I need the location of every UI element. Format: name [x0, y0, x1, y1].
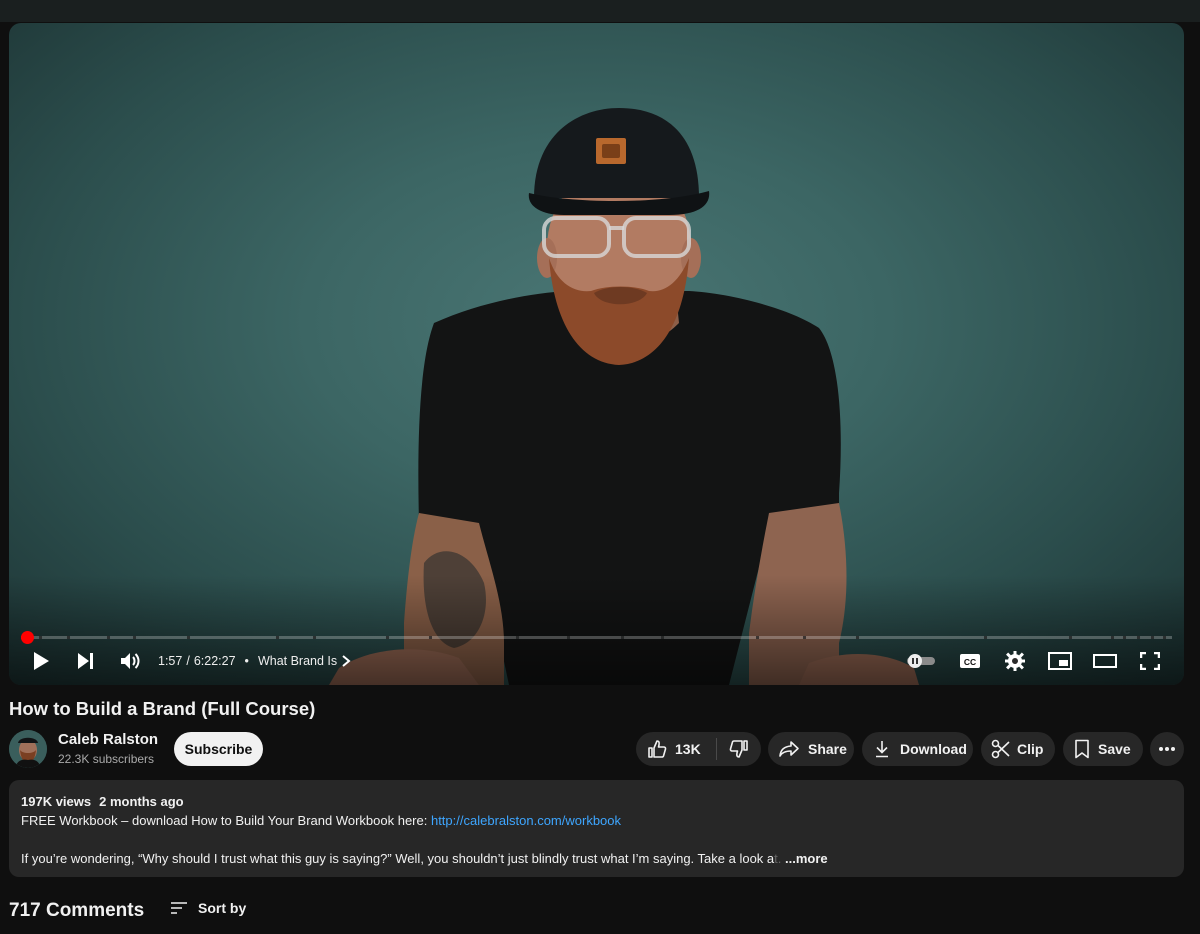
chapter-separator: •: [244, 654, 249, 668]
video-player[interactable]: 1:57 / 6:22:27 • What Brand Is CC: [9, 23, 1184, 685]
next-icon: [78, 653, 93, 669]
workbook-link[interactable]: http://calebralston.com/workbook: [431, 813, 621, 828]
chapter-marker: [386, 636, 389, 639]
chapter-title[interactable]: What Brand Is: [258, 654, 337, 668]
chapter-marker: [187, 636, 190, 639]
upload-age: 2 months ago: [99, 794, 184, 809]
chapter-marker: [756, 636, 759, 639]
chapter-marker: [39, 636, 42, 639]
like-dislike-group: 13K: [636, 732, 761, 766]
chapter-marker: [621, 636, 624, 639]
volume-button[interactable]: [120, 646, 142, 676]
chapter-marker: [1163, 636, 1166, 639]
bookmark-icon: [1074, 739, 1090, 759]
share-label: Share: [808, 741, 847, 757]
fullscreen-icon: [1140, 652, 1160, 670]
chapter-marker: [567, 636, 570, 639]
play-button[interactable]: [32, 646, 50, 676]
progress-bar[interactable]: [20, 631, 1172, 644]
thumbs-up-icon: [647, 739, 667, 759]
description-more-link[interactable]: ...more: [785, 851, 828, 866]
sort-comments-button[interactable]: Sort by: [170, 900, 246, 916]
subscriber-count: 22.3K subscribers: [58, 752, 155, 766]
comments-count: 717 Comments: [9, 900, 145, 921]
description-fade-text: t.: [774, 851, 782, 866]
description-text-1: FREE Workbook – download How to Build Yo…: [21, 813, 431, 828]
more-actions-button[interactable]: [1150, 732, 1184, 766]
save-button[interactable]: Save: [1063, 732, 1143, 766]
time-display: 1:57 / 6:22:27 • What Brand Is: [158, 654, 351, 668]
description-meta: 197K views 2 months ago: [21, 792, 1172, 811]
chapter-marker: [107, 636, 110, 639]
avatar-image: [9, 730, 47, 768]
thumbs-down-icon: [729, 739, 749, 759]
description-line-3: If you’re wondering, “Why should I trust…: [21, 849, 1172, 868]
fullscreen-button[interactable]: [1140, 646, 1160, 676]
like-button[interactable]: 13K: [636, 732, 716, 766]
page-top-strip: [0, 0, 1200, 22]
clip-label: Clip: [1017, 741, 1044, 757]
sort-label: Sort by: [198, 900, 247, 916]
miniplayer-icon: [1048, 652, 1072, 670]
video-title: How to Build a Brand (Full Course): [9, 698, 316, 719]
volume-icon: [121, 653, 140, 669]
chevron-right-icon[interactable]: [341, 655, 351, 667]
autoplay-toggle[interactable]: [905, 646, 937, 676]
captions-button[interactable]: CC: [959, 646, 981, 676]
chapter-marker: [276, 636, 279, 639]
settings-icon: [1005, 651, 1025, 671]
miniplayer-button[interactable]: [1048, 646, 1072, 676]
share-button[interactable]: Share: [768, 732, 854, 766]
scissors-icon: [991, 739, 1011, 759]
captions-icon: CC: [960, 654, 980, 668]
avatar[interactable]: [9, 730, 47, 768]
chapter-marker: [67, 636, 70, 639]
chapter-marker: [313, 636, 316, 639]
theater-mode-icon: [1093, 654, 1117, 668]
more-horizontal-icon: [1158, 746, 1176, 752]
svg-text:CC: CC: [964, 657, 976, 667]
current-time: 1:57: [158, 654, 183, 668]
channel-name[interactable]: Caleb Ralston: [58, 731, 158, 748]
sort-icon: [171, 902, 187, 914]
download-icon: [874, 740, 890, 758]
chapter-marker: [856, 636, 859, 639]
progress-scrubber[interactable]: [20, 631, 34, 644]
settings-button[interactable]: [1005, 646, 1025, 676]
chapter-marker: [1151, 636, 1154, 639]
save-label: Save: [1098, 741, 1131, 757]
view-count: 197K views: [21, 794, 92, 809]
chapter-marker: [516, 636, 519, 639]
like-count: 13K: [675, 741, 701, 757]
chapter-marker: [429, 636, 432, 639]
clip-button[interactable]: Clip: [981, 732, 1055, 766]
description-line-1: FREE Workbook – download How to Build Yo…: [21, 811, 1172, 830]
time-separator: /: [186, 654, 190, 668]
duration: 6:22:27: [193, 654, 236, 668]
download-button[interactable]: Download: [862, 732, 973, 766]
share-icon: [778, 740, 800, 758]
chapter-marker: [1111, 636, 1114, 639]
chapter-marker: [133, 636, 136, 639]
chapter-marker: [984, 636, 987, 639]
theater-mode-button[interactable]: [1093, 646, 1117, 676]
subscribe-button[interactable]: Subscribe: [174, 732, 263, 766]
play-icon: [34, 652, 49, 670]
chapter-marker: [1069, 636, 1072, 639]
dislike-button[interactable]: [717, 732, 761, 766]
description-box[interactable]: 197K views 2 months ago FREE Workbook – d…: [9, 780, 1184, 877]
next-button[interactable]: [77, 646, 95, 676]
description-text-3: If you’re wondering, “Why should I trust…: [21, 851, 775, 866]
chapter-marker: [661, 636, 664, 639]
autoplay-toggle-icon: [907, 654, 935, 668]
chapter-marker: [803, 636, 806, 639]
download-label: Download: [900, 741, 967, 757]
chapter-marker: [1123, 636, 1126, 639]
chapter-marker: [1137, 636, 1140, 639]
